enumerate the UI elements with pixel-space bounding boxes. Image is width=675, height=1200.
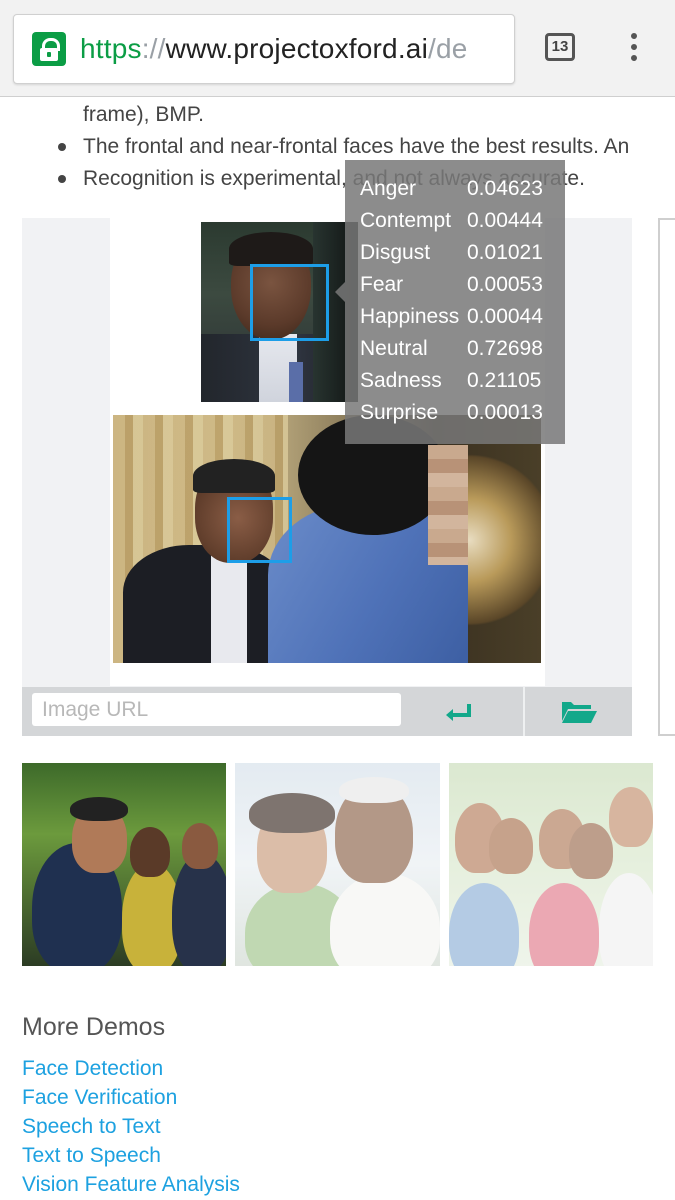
browse-file-button[interactable] — [525, 687, 632, 736]
analyzed-photo — [113, 415, 541, 663]
bullet-marker — [58, 143, 66, 151]
supported-formats-line: frame), BMP. — [83, 103, 204, 126]
url-text[interactable]: https://www.projectoxford.ai/de — [80, 32, 468, 66]
tab-switcher-button[interactable]: 13 — [545, 33, 575, 61]
sample-image-couple[interactable] — [235, 763, 440, 966]
address-bar[interactable]: https://www.projectoxford.ai/de — [13, 14, 515, 84]
browser-toolbar: https://www.projectoxford.ai/de 13 — [0, 0, 675, 97]
link-face-verification[interactable]: Face Verification — [22, 1086, 177, 1110]
sample-image-friends[interactable] — [22, 763, 226, 966]
link-vision-feature-analysis[interactable]: Vision Feature Analysis — [22, 1173, 240, 1197]
sample-image-family[interactable] — [449, 763, 653, 966]
tooltip-arrow — [335, 282, 345, 302]
next-panel-edge — [658, 218, 675, 736]
link-face-detection[interactable]: Face Detection — [22, 1057, 163, 1081]
folder-open-icon — [562, 702, 597, 723]
bullet-marker — [58, 175, 66, 183]
submit-url-button[interactable] — [415, 687, 523, 736]
image-url-input[interactable] — [32, 693, 401, 726]
more-vert-icon[interactable] — [629, 33, 639, 63]
link-speech-to-text[interactable]: Speech to Text — [22, 1115, 161, 1139]
face-box-thumbnail[interactable] — [250, 264, 329, 341]
more-demos-title: More Demos — [22, 1013, 166, 1041]
enter-arrow-icon — [446, 704, 471, 721]
emotion-scores-tooltip: Anger 0.04623 Contempt 0.00444 Disgust 0.01… — [345, 160, 565, 444]
lock-icon[interactable] — [32, 32, 66, 66]
bullet-frontal-faces: The frontal and near-frontal faces have … — [83, 135, 630, 158]
link-text-to-speech[interactable]: Text to Speech — [22, 1144, 161, 1168]
face-box-detected[interactable] — [227, 497, 292, 563]
